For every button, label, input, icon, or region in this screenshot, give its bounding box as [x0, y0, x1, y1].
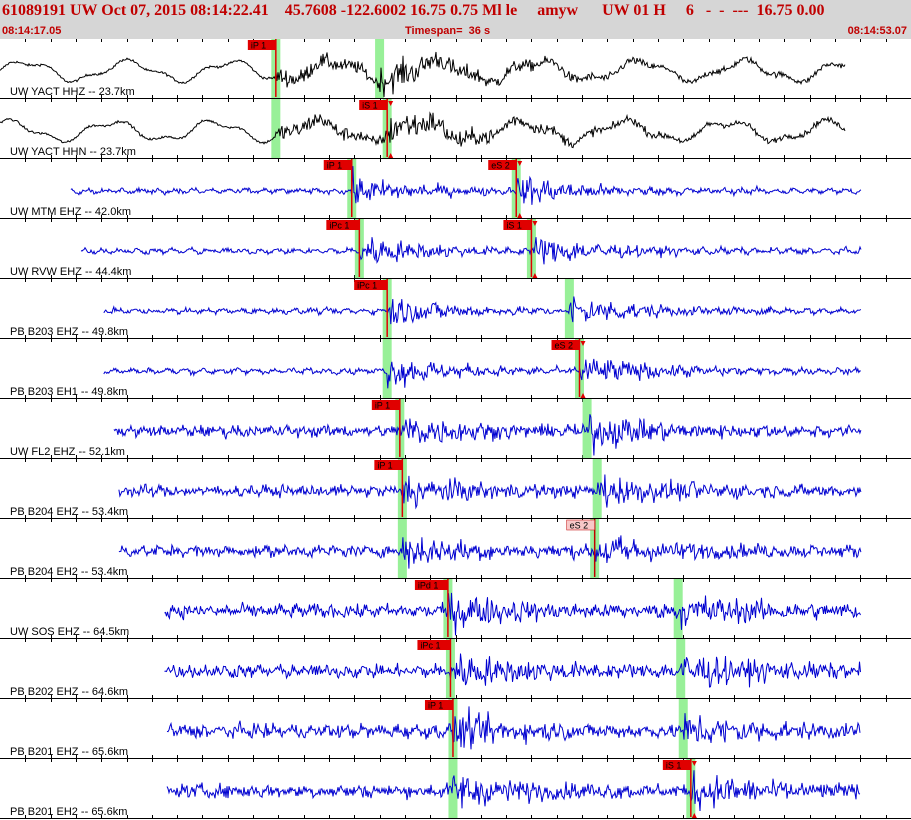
- pick-label: iP 1: [251, 41, 266, 51]
- start-time: 08:14:17.05: [2, 25, 62, 37]
- station-label: UW YACT HHZ -- 23.7km: [10, 86, 135, 98]
- trace-panel: iP 1 UW YACT HHZ -- 23.7km: [0, 39, 911, 99]
- waveform-trace: [164, 653, 861, 688]
- end-time: 08:14:53.07: [847, 25, 907, 37]
- waveform-trace: [103, 358, 861, 389]
- waveform-trace: [103, 296, 862, 325]
- station-label: UW MTM EHZ -- 42.0km: [10, 206, 131, 218]
- pick-label: iS 1: [666, 761, 682, 771]
- trace-panel: iP 1 eS 2 UW MTM EHZ -- 42.0km: [0, 159, 911, 219]
- station-label: PB B202 EHZ -- 64.6km: [10, 686, 128, 698]
- event-title: 61089191 UW Oct 07, 2015 08:14:22.41 45.…: [2, 2, 825, 19]
- station-label: UW RVW EHZ -- 44.4km: [10, 266, 131, 278]
- pick-label: iS 1: [506, 221, 522, 231]
- trace-panel: iS 1 PB B201 EH2 -- 65.6km: [0, 759, 911, 819]
- header-bar: 61089191 UW Oct 07, 2015 08:14:22.41 45.…: [0, 0, 911, 39]
- waveform-trace: [0, 111, 846, 149]
- station-label: PB B204 EH2 -- 53.4km: [10, 566, 127, 578]
- station-label: PB B201 EH2 -- 65.6km: [10, 806, 127, 818]
- waveform-trace: [113, 414, 862, 456]
- pick-label: iS 1: [362, 101, 378, 111]
- waveform-trace: [118, 474, 862, 510]
- pick-label: iPc 1: [329, 221, 349, 231]
- trace-panel: iP 1 PB B204 EHZ -- 53.4km: [0, 459, 911, 519]
- trace-panel: iPd 1 UW SOS EHZ -- 64.5km: [0, 579, 911, 639]
- seismogram-panel[interactable]: iP 1 UW YACT HHZ -- 23.7km iS 1 UW YACT HHN…: [0, 39, 911, 820]
- pick-label: iP 1: [428, 701, 443, 711]
- pick-label: iPc 1: [357, 281, 377, 291]
- waveform-trace: [70, 166, 862, 205]
- trace-panel: iS 1 UW YACT HHN -- 23.7km: [0, 99, 911, 159]
- timespan-label: Timespan= 36 s: [405, 25, 491, 37]
- trace-panel: iPc 1 PB B202 EHZ -- 64.6km: [0, 639, 911, 699]
- station-label: UW FL2 EHZ -- 52.1km: [10, 446, 125, 458]
- trace-panel: eS 2 PB B204 EH2 -- 53.4km: [0, 519, 911, 579]
- station-label: PB B203 EHZ -- 49.8km: [10, 326, 128, 338]
- waveform-trace: [118, 535, 862, 569]
- trace-panel: iP 1 UW FL2 EHZ -- 52.1km: [0, 399, 911, 459]
- waveform-trace: [80, 237, 862, 265]
- waveform-trace: [166, 706, 861, 750]
- trace-panel: iP 1 PB B201 EHZ -- 65.6km: [0, 699, 911, 759]
- pick-label: eS 2: [554, 341, 573, 351]
- pick-label: iP 1: [375, 401, 390, 411]
- station-label: PB B203 EH1 -- 49.8km: [10, 386, 127, 398]
- station-label: PB B204 EHZ -- 53.4km: [10, 506, 128, 518]
- trace-panel: iPc 1 PB B203 EHZ -- 49.8km: [0, 279, 911, 339]
- pick-label: iP 1: [377, 461, 392, 471]
- pick-label: eS 2: [570, 521, 589, 531]
- waveform-trace: [164, 592, 861, 636]
- station-label: UW YACT HHN -- 23.7km: [10, 146, 136, 158]
- pick-label: iPd 1: [418, 581, 439, 591]
- trace-panel: iPc 1 iS 1 UW RVW EHZ -- 44.4km: [0, 219, 911, 279]
- trace-panel: eS 2 PB B203 EH1 -- 49.8km: [0, 339, 911, 399]
- pick-label: eS 2: [491, 161, 510, 171]
- station-label: UW SOS EHZ -- 64.5km: [10, 626, 129, 638]
- waveform-trace: [166, 770, 861, 812]
- pick-label: iP 1: [327, 161, 342, 171]
- pick-label: iPc 1: [420, 641, 440, 651]
- station-label: PB B201 EHZ -- 65.6km: [10, 746, 128, 758]
